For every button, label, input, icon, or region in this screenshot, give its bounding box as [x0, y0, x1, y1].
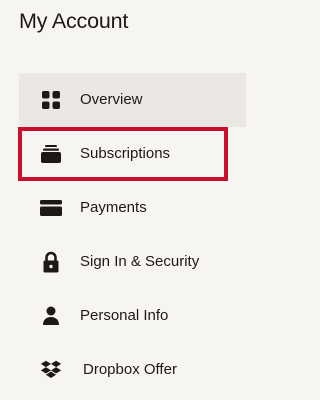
sidebar-item-label: Personal Info	[80, 307, 169, 324]
dropbox-icon	[40, 359, 62, 381]
sidebar-item-label: Dropbox Offer	[83, 361, 177, 378]
subscriptions-icon	[40, 143, 62, 165]
sidebar-item-payments[interactable]: Payments	[19, 181, 246, 235]
sidebar-item-overview[interactable]: Overview	[19, 73, 246, 127]
page-title: My Account	[19, 9, 129, 33]
sidebar-item-label: Sign In & Security	[80, 253, 200, 270]
credit-card-icon	[40, 197, 62, 219]
sidebar-item-label: Subscriptions	[80, 145, 171, 162]
sidebar-item-label: Payments	[80, 199, 147, 216]
person-icon	[40, 305, 62, 327]
grid-icon	[40, 89, 62, 111]
sidebar-item-label: Overview	[80, 91, 143, 108]
sidebar-item-dropbox-offer[interactable]: Dropbox Offer	[19, 343, 246, 397]
sidebar-item-subscriptions[interactable]: Subscriptions	[18, 127, 246, 181]
sidebar-item-sign-in-security[interactable]: Sign In & Security	[19, 235, 246, 289]
lock-icon	[40, 251, 62, 273]
account-sidebar-nav: Overview Subscriptions Payments Sign In …	[18, 73, 246, 397]
sidebar-item-personal-info[interactable]: Personal Info	[19, 289, 246, 343]
